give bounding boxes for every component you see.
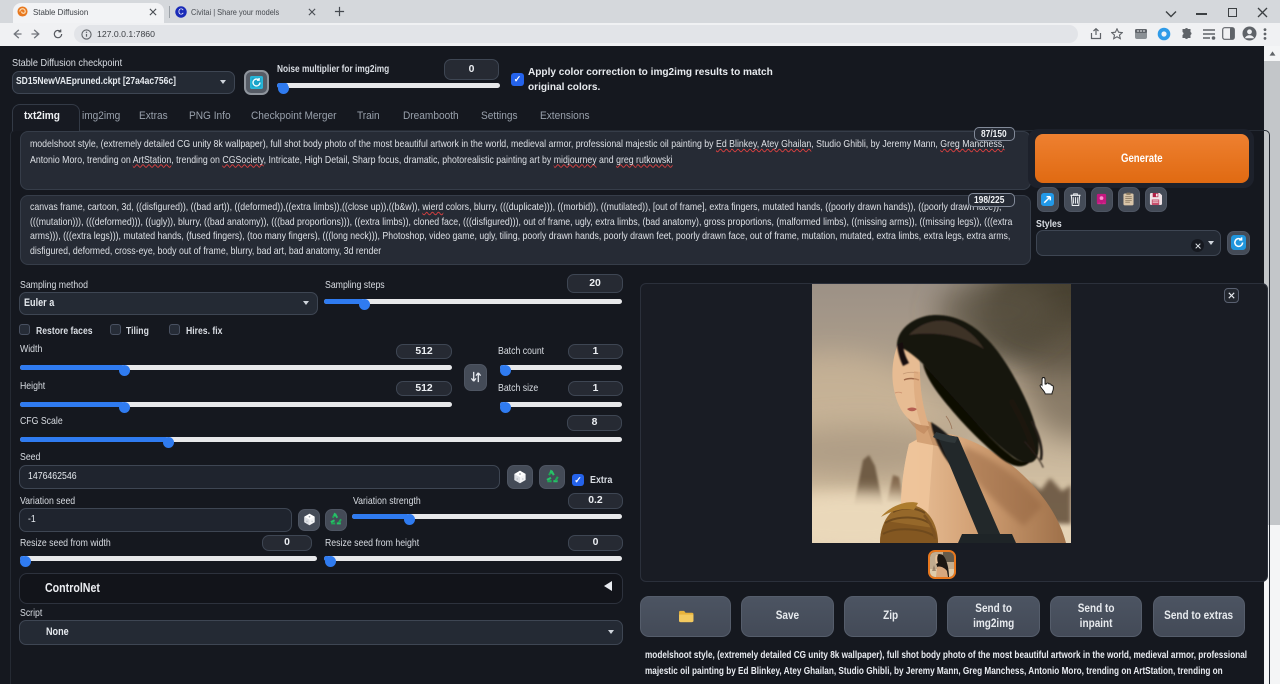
svg-text:C: C — [178, 8, 184, 17]
